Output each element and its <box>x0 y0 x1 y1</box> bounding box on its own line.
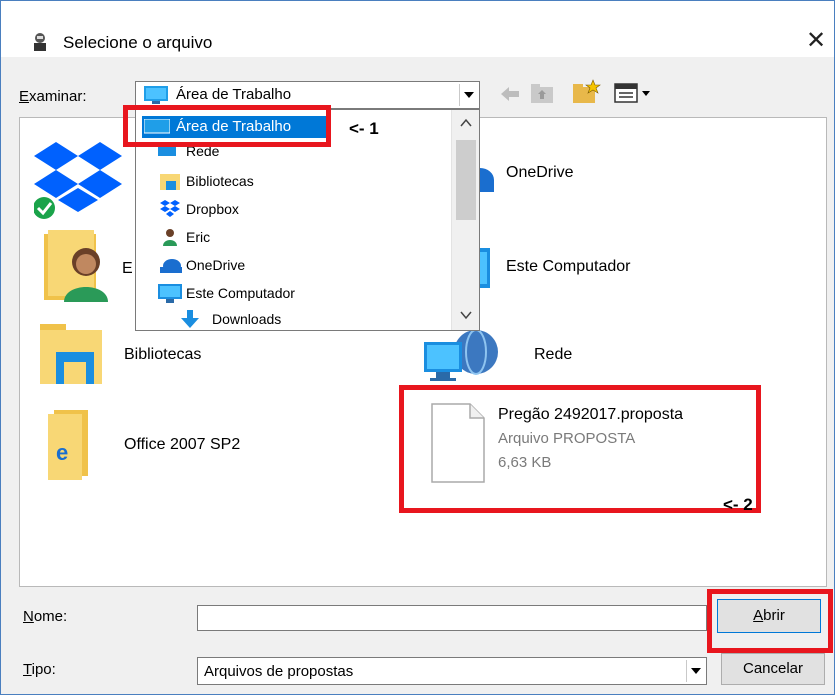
dropdown-scrollbar[interactable] <box>451 110 479 330</box>
onedrive-icon <box>160 259 182 273</box>
list-item[interactable]: e Office 2007 SP2 <box>46 408 306 488</box>
dropdown-item-label: Dropbox <box>186 201 239 217</box>
computer-icon <box>158 284 182 303</box>
downloads-icon <box>181 310 199 328</box>
svg-text:e: e <box>56 440 68 465</box>
app-icon <box>34 33 46 51</box>
open-button[interactable]: Abrir <box>717 599 821 633</box>
list-item[interactable]: Este Computador <box>460 238 720 298</box>
scroll-up-icon[interactable] <box>460 118 472 128</box>
lookin-label: Examinar: <box>19 88 87 105</box>
type-label: Tipo: <box>23 661 56 678</box>
highlight-box-2 <box>399 385 761 513</box>
file-type-value: Arquivos de propostas <box>204 663 354 680</box>
item-label: Office 2007 SP2 <box>124 436 241 453</box>
lookin-dropdown-arrow[interactable] <box>459 84 477 106</box>
close-button[interactable]: ✕ <box>799 25 833 55</box>
scrollbar-thumb[interactable] <box>456 140 476 220</box>
chevron-down-icon <box>463 92 474 98</box>
chevron-down-icon <box>690 668 701 674</box>
dialog-title: Selecione o arquivo <box>63 33 213 52</box>
dropdown-item-label: Eric <box>186 229 211 245</box>
new-folder-icon[interactable] <box>571 79 601 105</box>
dropdown-item-label: Downloads <box>212 311 282 327</box>
libraries-icon <box>160 174 180 190</box>
scroll-down-icon[interactable] <box>460 310 472 320</box>
file-type-dropdown-arrow[interactable] <box>686 660 704 682</box>
user-icon <box>163 229 177 246</box>
desktop-icon <box>144 86 168 104</box>
dropdown-item-label: OneDrive <box>186 257 246 273</box>
title-bar: Selecione o arquivo ✕ <box>1 1 834 57</box>
dropdown-item-label: Bibliotecas <box>186 173 254 189</box>
cancel-button[interactable]: Cancelar <box>721 653 825 685</box>
name-label: Nome: <box>23 608 68 625</box>
list-item[interactable]: E <box>42 228 142 308</box>
annotation-2: <- 2 <box>723 495 753 514</box>
file-open-dialog: Selecione o arquivo ✕ Examinar: Área de … <box>0 0 835 695</box>
item-label: E <box>122 260 133 277</box>
list-item[interactable]: Bibliotecas <box>38 322 278 392</box>
annotation-1: <- 1 <box>349 119 379 138</box>
user-folder-icon <box>44 230 108 302</box>
item-label: OneDrive <box>506 164 574 181</box>
list-item[interactable]: D <box>34 130 148 220</box>
up-folder-icon[interactable] <box>529 81 555 105</box>
dropdown-item-label: Este Computador <box>186 285 295 301</box>
libraries-folder-icon <box>40 324 102 384</box>
dropbox-icon <box>160 200 180 217</box>
dropbox-icon <box>34 142 122 219</box>
item-label: Bibliotecas <box>124 346 202 363</box>
item-label: Este Computador <box>506 258 631 275</box>
office-folder-icon: e <box>48 410 88 480</box>
highlight-box-1 <box>123 105 331 147</box>
item-label: Rede <box>534 346 573 363</box>
list-item[interactable]: OneDrive <box>460 148 720 208</box>
lookin-selected-value: Área de Trabalho <box>176 86 292 103</box>
file-type-select[interactable]: Arquivos de propostas <box>197 657 707 685</box>
back-arrow-icon[interactable] <box>499 85 521 103</box>
file-name-input[interactable] <box>197 605 707 631</box>
view-menu-icon[interactable] <box>613 81 655 105</box>
